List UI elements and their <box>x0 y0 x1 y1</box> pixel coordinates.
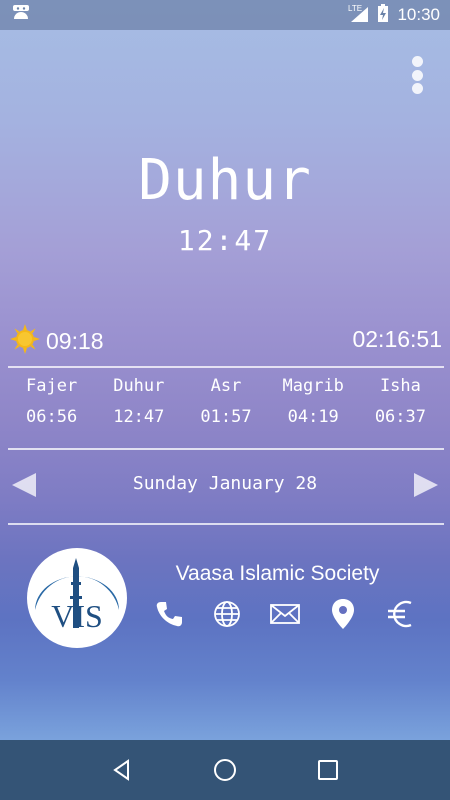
society-logo[interactable]: VIS <box>27 548 127 648</box>
next-day-button[interactable] <box>414 473 438 497</box>
prayer-label: Asr <box>210 376 242 396</box>
divider <box>8 366 444 368</box>
divider <box>8 448 444 450</box>
status-time: 10:30 <box>397 5 440 24</box>
status-bar: LTE 10:30 <box>0 0 450 30</box>
sunrise-time: 09:18 <box>46 328 104 354</box>
prayer-column-asr: Asr 01:57 <box>182 376 269 427</box>
current-prayer-name: Duhur <box>138 148 312 213</box>
battery-charging-icon <box>377 3 389 28</box>
home-icon[interactable] <box>205 750 245 790</box>
prayer-column-duhur: Duhur 12:47 <box>95 376 182 427</box>
current-prayer-time: 12:47 <box>177 224 273 257</box>
navigation-bar <box>0 740 450 800</box>
mail-icon[interactable] <box>266 596 304 632</box>
sunrise-row: 09:18 <box>10 324 104 359</box>
prayer-label: Magrib <box>282 376 344 396</box>
society-name: Vaasa Islamic Society <box>175 562 380 585</box>
location-pin-icon[interactable] <box>324 596 362 632</box>
prayer-column-isha: Isha 06:37 <box>357 376 444 427</box>
prayer-time-value: 12:47 <box>113 407 165 427</box>
phone-icon[interactable] <box>150 596 188 632</box>
sun-icon <box>10 324 40 359</box>
prayer-label: Fajer <box>26 376 78 396</box>
prayer-label: Duhur <box>113 376 165 396</box>
prayer-column-fajer: Fajer 06:56 <box>8 376 95 427</box>
prayer-time-value: 01:57 <box>200 407 252 427</box>
lte-signal-icon: LTE <box>347 3 369 28</box>
date-label: Sunday January 28 <box>132 473 318 494</box>
prayer-time-value: 06:37 <box>374 407 426 427</box>
network-type: LTE <box>348 4 362 13</box>
divider <box>8 523 444 525</box>
prayer-column-magrib: Magrib 04:19 <box>270 376 357 427</box>
countdown-timer: 02:16:51 <box>352 326 442 352</box>
recents-icon[interactable] <box>308 750 348 790</box>
prayer-time-value: 04:19 <box>287 407 339 427</box>
prayer-label: Isha <box>379 376 421 396</box>
status-indicators: LTE 10:30 <box>347 3 440 28</box>
globe-icon[interactable] <box>208 596 246 632</box>
euro-icon[interactable] <box>382 596 420 632</box>
back-icon[interactable] <box>102 750 142 790</box>
prayer-times-table: Fajer 06:56 Duhur 12:47 Asr 01:57 Magrib… <box>8 376 444 427</box>
prayer-time-value: 06:56 <box>26 407 78 427</box>
logo-text: VIS <box>51 598 103 634</box>
overflow-menu-icon[interactable] <box>410 56 424 94</box>
android-icon <box>12 4 30 26</box>
contact-icons <box>150 596 420 632</box>
